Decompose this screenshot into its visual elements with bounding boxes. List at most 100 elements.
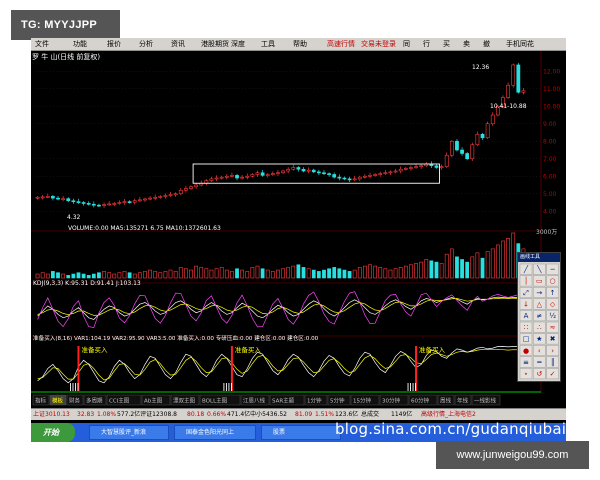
bottom-tab-label[interactable]: Ab主图 [144,397,163,405]
volume-bar [240,269,245,279]
menu-same[interactable]: 同 [403,39,410,49]
menu-bar: 文件 功能 报价 分析 资讯 港股期货 深度 工具 帮助 高速行情 交易未登录 … [31,38,566,51]
candle-body [35,196,40,199]
volume-bar [393,268,398,279]
taskbar-item[interactable]: 大智慧股评_新浪 [89,425,169,440]
candle-body [235,175,239,179]
candle-body [511,64,516,86]
buy-signal-label: 准备买入 [81,345,108,354]
bottom-tab-label[interactable]: 江恩八线 [243,397,266,405]
bottom-tab-label[interactable]: CCI主图 [109,397,130,405]
candle-body [214,177,219,180]
volume-bar [102,271,106,279]
bottom-tab-label[interactable]: 15分钟 [353,397,371,405]
status-sh-index: 上证3010.13 [33,411,70,418]
candle-body [224,175,229,178]
price-tick-label: 6.00 [543,173,557,180]
menu-cancel[interactable]: 撤 [483,39,490,49]
volume-bar [45,273,50,279]
start-button[interactable]: 开始 [31,423,75,442]
status-total-value: 1149亿 [391,411,413,418]
url-watermark: www.junweigou99.com [436,441,589,469]
bottom-tab-label[interactable]: 模板 [52,397,64,405]
bottom-tab-label[interactable]: 财务 [69,397,81,405]
candle-body [516,64,521,93]
menu-fast-quote[interactable]: 高速行情 [327,39,355,49]
tool-icon: ✓ [550,370,556,378]
taskbar-item[interactable]: 国泰金色阳光同上 [174,425,256,440]
bottom-tab-label[interactable]: 多周期 [86,397,103,405]
volume-bar [117,272,122,279]
volume-bar [363,265,367,279]
candle-body [470,144,475,160]
volume-bar [475,252,480,279]
menu-quote[interactable]: 报价 [107,39,121,49]
tool-icon: ✖ [550,335,556,343]
candle-body [158,196,163,198]
volume-bar [409,264,413,279]
candle-body [122,201,127,203]
bottom-tab-label[interactable]: 30分钟 [382,397,400,405]
volume-bar [332,267,337,279]
menu-buy[interactable]: 买 [443,39,450,49]
bottom-tab-label[interactable]: 60分钟 [411,397,429,405]
menu-tools[interactable]: 工具 [261,39,275,49]
volume-bar [439,263,444,279]
menu-analysis[interactable]: 分析 [139,39,153,49]
volume-bar [199,267,204,279]
volume-bar [183,268,188,279]
price-tick-label: 7.00 [543,156,557,163]
volume-bar [373,265,378,279]
menu-help[interactable]: 帮助 [293,39,307,49]
bottom-tab-label[interactable]: 周线 [440,397,452,405]
candle-body [71,200,76,203]
bottom-tab-label[interactable]: 5分钟 [330,397,345,405]
volume-bar [71,273,76,279]
menu-hk-futures[interactable]: 港股期货 [201,39,229,49]
candle-body [260,172,265,176]
price-tick-label: 11.00 [543,86,560,93]
volume-bar [342,269,347,279]
bottom-tab-label[interactable]: SAR主题 [272,397,295,405]
tool-icon: ≈ [550,324,556,332]
menu-quote2[interactable]: 行 [423,39,430,49]
bottom-tab-label[interactable]: BOLL主图 [202,397,228,405]
candle-body [419,165,424,168]
menu-news[interactable]: 资讯 [171,39,185,49]
volume-bar [316,271,321,279]
volume-bar [495,244,500,279]
candle-body [434,165,439,168]
menu-trade-login[interactable]: 交易未登录 [361,39,396,49]
candle-body [378,173,383,175]
volume-bar [168,269,173,279]
bottom-tab-label[interactable]: 漂双主图 [173,397,196,405]
candle-body [439,166,444,168]
candle-body [352,178,357,181]
menu-mobile[interactable]: 手机同花 [506,39,534,49]
bottom-tab-label[interactable]: 指标 [35,397,47,405]
taskbar-item[interactable]: 股票 [261,425,341,440]
candle-body [209,178,214,181]
candle-body [286,168,291,172]
volume-bar [66,275,71,279]
bottom-tab-label[interactable]: 一线影线 [474,397,497,405]
tool-grid: ╱ ╲ ─ │ ▭ ○ ⤢ → ↑ ↓ △ ◇ A ≠ ½ ∷ ∴ ≈ □ ★ ✖ ● ‹ › ≡ ═ ║ ⋆ ↺ ✓ [519,263,559,380]
volume-bar [209,269,214,279]
bottom-tab-label[interactable]: 年线 [457,397,469,405]
bottom-tab-label[interactable]: 1分钟 [307,397,322,405]
menu-depth[interactable]: 深度 [231,39,245,49]
candle-body [183,188,188,191]
menu-function[interactable]: 功能 [73,39,87,49]
tool-icon: ◇ [550,300,556,308]
menu-file[interactable]: 文件 [35,39,49,49]
volume-bar [444,253,449,279]
volume-bar [281,268,285,279]
volume-bar [81,273,86,279]
volume-bar [91,273,96,279]
menu-sell[interactable]: 卖 [463,39,470,49]
volume-bar [511,232,516,279]
candle-body [56,197,60,200]
tool-icon: │ [524,276,528,285]
status-smb-pct: 1.51% [315,411,335,418]
tool-icon: ↺ [536,370,542,378]
